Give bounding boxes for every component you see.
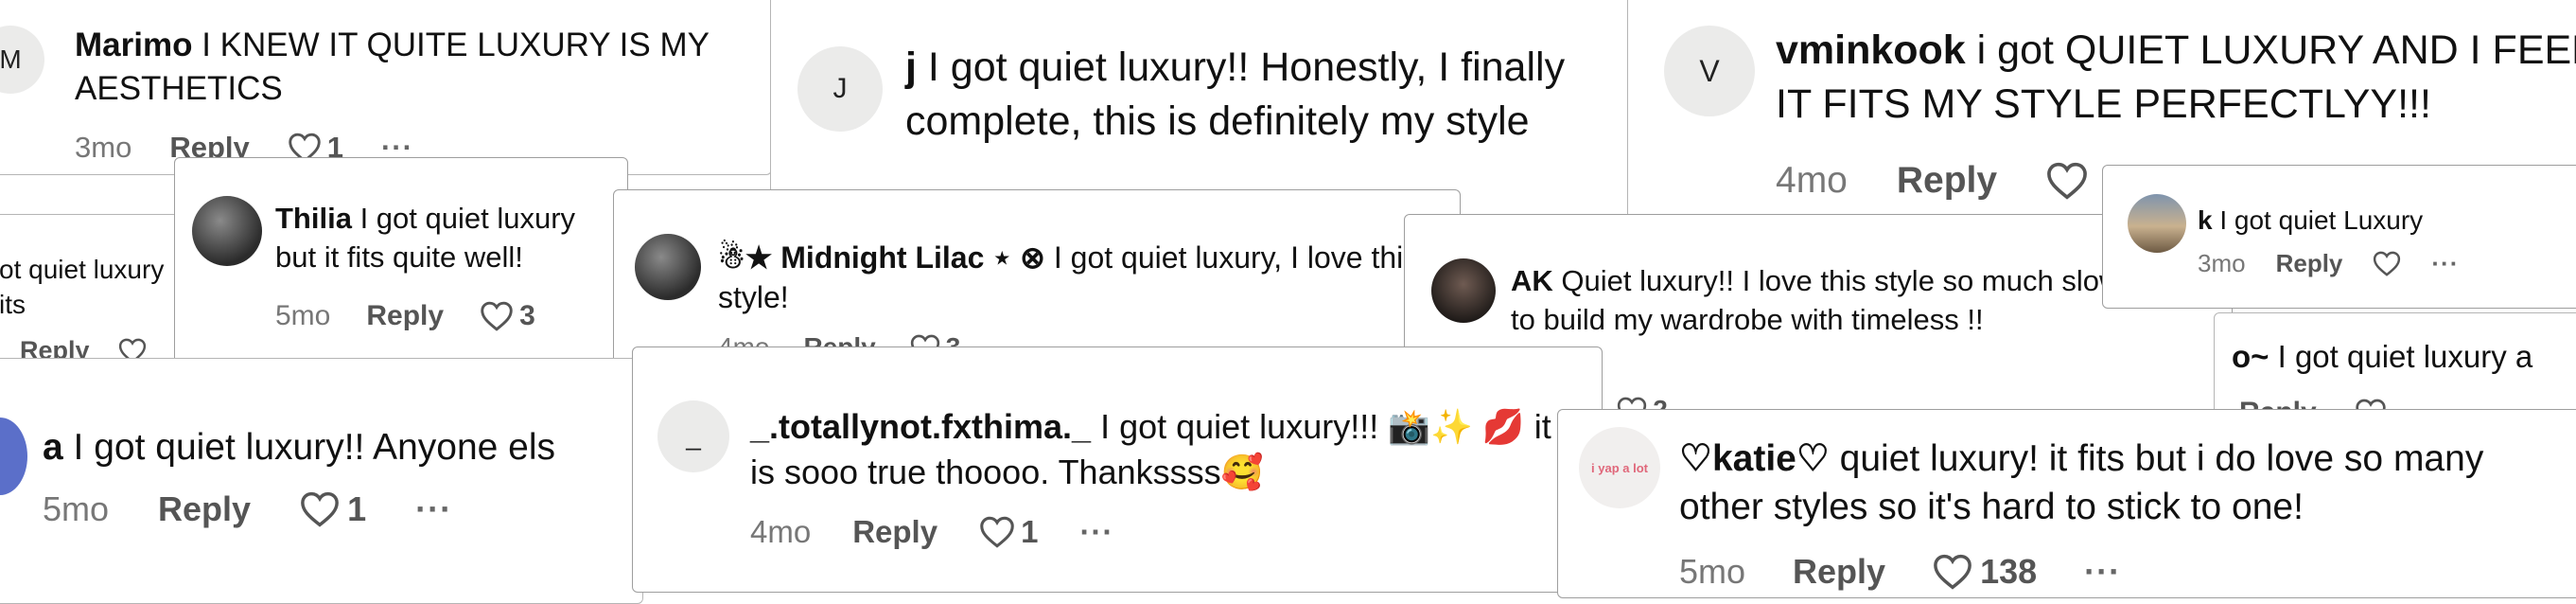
avatar[interactable]: i yap a lot [1579,427,1660,508]
like-count: 138 [1980,552,2038,591]
comment-body: I got quiet luxury!! Anyone els [62,427,556,468]
timestamp: 5mo [275,300,331,331]
comment-actions: 3mo Reply ··· [2198,249,2459,278]
comment-card-partial-left: ot quiet luxury its Reply [0,214,199,375]
comment-text: a I got quiet luxury!! Anyone els [43,423,642,471]
avatar[interactable]: _ [657,400,729,472]
username[interactable]: ☃★ Midnight Lilac ⋆ ⊗ [718,240,1045,275]
heart-icon[interactable] [2373,251,2401,276]
comment-card-totallynot: _ _.totallynot.fxthima._ I got quiet lux… [632,346,1603,593]
username[interactable]: ♡katie♡ [1679,438,1830,479]
reply-button[interactable]: Reply [2276,249,2343,278]
comment-actions: 5mo Reply 1 ··· [43,489,452,529]
timestamp: 3mo [75,131,132,164]
username[interactable]: AK [1511,264,1553,297]
avatar[interactable]: V [1664,26,1755,116]
username[interactable]: _.totallynot.fxthima._ [750,407,1091,446]
reply-button[interactable]: Reply [366,300,444,332]
timestamp: 5mo [1679,552,1746,591]
username[interactable]: k [2198,205,2213,235]
comment-card-thilia: Thilia I got quiet luxury but it fits qu… [174,157,628,375]
heart-icon [480,301,514,331]
comment-actions: 4mo Reply 1 ··· [750,514,1113,550]
comment-card-k: k I got quiet Luxury 3mo Reply ··· [2102,165,2576,309]
comment-text: k I got quiet Luxury [2198,204,2576,239]
more-options-button[interactable]: ··· [1079,514,1113,550]
reply-button[interactable]: Reply [1897,160,1997,202]
like-count: 1 [1021,514,1039,549]
comment-card-a: a I got quiet luxury!! Anyone els 5mo Re… [0,358,643,604]
avatar[interactable] [2128,194,2186,253]
username[interactable]: Marimo [75,27,192,63]
more-options-button[interactable]: ··· [2431,249,2459,278]
timestamp: 4mo [750,514,812,549]
timestamp: 5mo [43,489,110,528]
avatar[interactable] [0,417,27,495]
like-button[interactable]: 1 [300,489,366,529]
comment-text: _.totallynot.fxthima._ I got quiet luxur… [750,404,1583,494]
comment-body: I got quiet luxury!! Honestly, I finally… [905,44,1566,144]
heart-icon [1933,554,1972,590]
username[interactable]: o~ [2232,339,2269,374]
avatar[interactable] [192,196,262,266]
avatar[interactable]: M [0,26,44,94]
comment-actions: 5mo Reply 3 [275,300,535,332]
heart-icon [979,516,1015,548]
reply-button[interactable]: Reply [158,489,251,529]
timestamp: 4mo [1776,160,1848,201]
comment-card-marimo: M Marimo I KNEW IT QUITE LUXURY IS MY AE… [0,0,772,175]
heart-icon [300,491,340,527]
comment-body: ot quiet luxury its [0,255,165,319]
comment-text: Thilia I got quiet luxury but it fits qu… [275,200,616,277]
comment-text: ♡katie♡ quiet luxury! it fits but i do l… [1679,435,2531,532]
username[interactable]: Thilia [275,202,352,235]
comment-text: o~ I got quiet luxury a [2232,336,2576,378]
more-options-button[interactable]: ··· [2084,552,2121,592]
reply-button[interactable]: Reply [1793,552,1885,592]
comment-actions: 4mo Reply [1776,160,2088,202]
heart-icon[interactable] [2046,162,2088,200]
comment-body: I got quiet Luxury [2212,205,2424,235]
comment-card-katie: i yap a lot ♡katie♡ quiet luxury! it fit… [1557,409,2576,598]
avatar[interactable] [635,234,701,300]
username[interactable]: j [905,44,917,90]
avatar[interactable] [1431,258,1496,323]
comment-card-j: J j I got quiet luxury!! Honestly, I fin… [770,0,1635,218]
like-count: 3 [519,300,535,331]
comment-text: vminkook i got QUIET LUXURY AND I FEEL I… [1776,24,2576,132]
comment-text: ☃★ Midnight Lilac ⋆ ⊗ I got quiet luxury… [718,238,1456,317]
timestamp: 3mo [2198,249,2246,277]
username[interactable]: vminkook [1776,27,1966,73]
like-button[interactable]: 1 [979,514,1038,550]
reply-button[interactable]: Reply [852,514,938,550]
comment-actions: 5mo Reply 138 ··· [1679,552,2121,592]
comment-text: Marimo I KNEW IT QUITE LUXURY IS MY AEST… [75,24,756,111]
like-button[interactable]: 3 [480,300,535,332]
avatar[interactable]: J [797,46,883,132]
comment-text: j I got quiet luxury!! Honestly, I final… [905,41,1634,149]
like-button[interactable]: 138 [1933,552,2037,592]
comment-body: I got quiet luxury a [2269,339,2533,374]
username[interactable]: a [43,427,63,468]
more-options-button[interactable]: ··· [415,489,452,529]
like-count: 1 [347,489,367,528]
comment-text: ot quiet luxury its [0,253,188,323]
